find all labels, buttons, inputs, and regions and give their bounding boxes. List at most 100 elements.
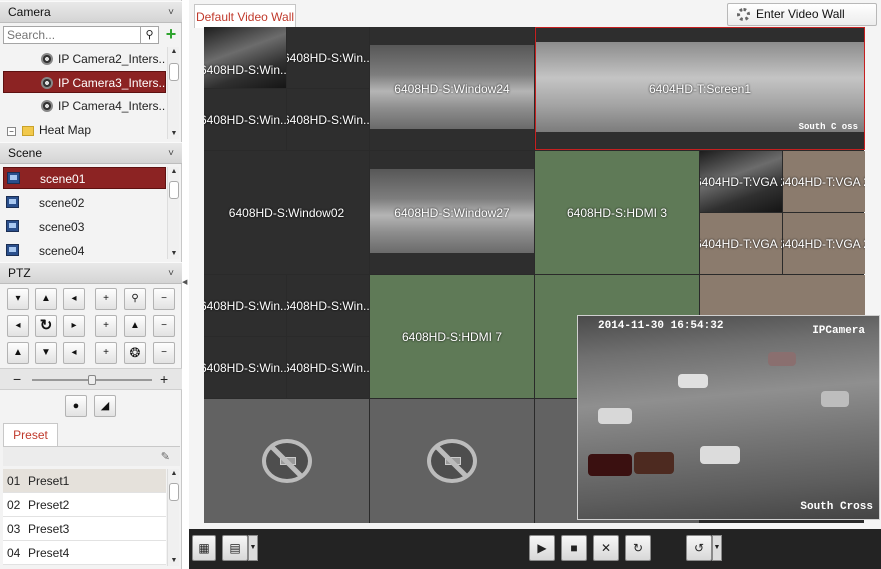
scroll-up-icon[interactable]: ▲ bbox=[168, 47, 180, 57]
scroll-up-icon[interactable]: ▲ bbox=[168, 167, 180, 177]
focus-plus-button[interactable]: + bbox=[95, 315, 117, 337]
cycle-display-button[interactable]: ↺ bbox=[686, 535, 712, 561]
wiper-icon[interactable]: ◢ bbox=[94, 395, 116, 417]
ptz-up-left-button[interactable]: ▾ bbox=[7, 288, 29, 310]
speed-plus-button[interactable]: + bbox=[160, 371, 168, 387]
scroll-down-icon[interactable]: ▼ bbox=[168, 249, 180, 259]
window-label: 6408HD-S:Win... bbox=[287, 112, 369, 127]
camera-section-header[interactable]: Camera ˅ bbox=[0, 1, 182, 23]
play-button[interactable]: ▶ bbox=[529, 535, 555, 561]
wall-window[interactable]: 6404HD-T:VGA 2 bbox=[700, 151, 782, 212]
scene-label: scene04 bbox=[39, 244, 85, 258]
scene-item[interactable]: scene04 bbox=[3, 240, 166, 262]
floating-live-video[interactable]: 2014-11-30 16:54:32 IPCamera South Cross bbox=[577, 315, 880, 520]
zoom-icon[interactable]: ⚲ bbox=[124, 288, 146, 310]
search-icon[interactable]: ⚲ bbox=[140, 27, 158, 43]
scene-section-header[interactable]: Scene ˅ bbox=[0, 142, 182, 164]
wall-window[interactable]: 6408HD-S:Win... bbox=[204, 27, 286, 88]
preset-row-selected[interactable]: 01 Preset1 bbox=[3, 469, 166, 493]
ptz-down-button[interactable]: ▼ bbox=[35, 342, 57, 364]
scene-item[interactable]: scene02 bbox=[3, 192, 166, 214]
wall-window[interactable]: 6408HD-S:Window02 bbox=[204, 151, 369, 274]
tab-preset[interactable]: Preset bbox=[3, 423, 58, 447]
camera-tree-item-selected[interactable]: IP Camera3_Inters... bbox=[3, 71, 166, 93]
scroll-up-icon[interactable]: ▲ bbox=[168, 469, 180, 479]
wall-window[interactable]: 6404HD-T:VGA 2 bbox=[783, 151, 865, 212]
scene-list-scrollbar[interactable]: ▲ ▼ bbox=[167, 167, 179, 259]
chevron-down-icon[interactable]: ˅ bbox=[168, 2, 174, 23]
add-icon[interactable]: + bbox=[162, 25, 180, 44]
wall-window[interactable]: 6408HD-S:Win... bbox=[204, 337, 286, 398]
tab-default-video-wall[interactable]: Default Video Wall bbox=[194, 4, 296, 28]
wall-window[interactable]: 6404HD-T:VGA 2 bbox=[783, 213, 865, 274]
scroll-thumb[interactable] bbox=[169, 181, 179, 199]
wall-window[interactable]: 6408HD-S:Window24 bbox=[370, 27, 534, 150]
wall-window-selected[interactable]: 6404HD-T:Screen1 South C oss bbox=[535, 27, 865, 150]
collapse-panel-arrow-icon[interactable]: ◀ bbox=[182, 278, 188, 290]
scroll-thumb[interactable] bbox=[169, 63, 179, 81]
ptz-section-title: PTZ bbox=[8, 266, 31, 280]
camera-tree-item[interactable]: IP Camera4_Inters... bbox=[3, 95, 166, 117]
scroll-down-icon[interactable]: ▼ bbox=[168, 556, 180, 566]
iris-minus-button[interactable]: − bbox=[153, 342, 175, 364]
stop-button[interactable]: ■ bbox=[561, 535, 587, 561]
wall-window[interactable]: 6408HD-S:Window27 bbox=[370, 151, 534, 274]
preset-row[interactable]: 04 Preset4 bbox=[3, 541, 166, 565]
scene-item-selected[interactable]: scene01 bbox=[3, 167, 166, 189]
wall-window[interactable]: 6408HD-S:HDMI 7 bbox=[370, 275, 534, 398]
refresh-button[interactable]: ↻ bbox=[625, 535, 651, 561]
heat-map-tree-item[interactable]: − Heat Map bbox=[3, 119, 166, 141]
preset-list-scrollbar[interactable]: ▲ ▼ bbox=[167, 469, 179, 566]
zoom-out-button[interactable]: − bbox=[153, 288, 175, 310]
enter-video-wall-config-button[interactable]: Enter Video Wall Config bbox=[727, 3, 877, 42]
focus-icon[interactable]: ▲ bbox=[124, 315, 146, 337]
preset-edit-icon[interactable]: ✎ bbox=[161, 450, 170, 463]
wall-window[interactable]: 6408HD-S:Win... bbox=[287, 275, 369, 336]
preset-label: Preset1 bbox=[28, 474, 70, 488]
scene-label: scene01 bbox=[40, 172, 86, 186]
wall-window[interactable]: 6408HD-S:Win... bbox=[287, 337, 369, 398]
collapse-icon[interactable]: − bbox=[7, 127, 16, 136]
scroll-down-icon[interactable]: ▼ bbox=[168, 129, 180, 139]
iris-icon[interactable]: ❂ bbox=[124, 342, 146, 364]
scroll-thumb[interactable] bbox=[169, 483, 179, 501]
ptz-down-left-button[interactable]: ▲ bbox=[7, 342, 29, 364]
car-shape bbox=[821, 391, 849, 407]
chevron-down-icon[interactable]: ˅ bbox=[168, 263, 174, 284]
wall-window[interactable]: 6408HD-S:Win... bbox=[204, 89, 286, 150]
ptz-up-button[interactable]: ▲ bbox=[35, 288, 57, 310]
search-input[interactable] bbox=[4, 27, 140, 43]
preset-row[interactable]: 02 Preset2 bbox=[3, 493, 166, 517]
ptz-section-header[interactable]: PTZ ˅ bbox=[0, 262, 182, 284]
ptz-up-right-button[interactable]: ◂ bbox=[63, 288, 85, 310]
light-icon[interactable]: ● bbox=[65, 395, 87, 417]
speed-minus-button[interactable]: − bbox=[13, 371, 21, 387]
camera-tree-item[interactable]: IP Camera2_Inters... bbox=[3, 48, 166, 70]
scene-item[interactable]: scene03 bbox=[3, 216, 166, 238]
wall-window[interactable]: 6408HD-S:Win... bbox=[287, 27, 369, 88]
speed-slider-handle[interactable] bbox=[88, 375, 96, 385]
wall-window[interactable]: 6408HD-S:HDMI 3 bbox=[535, 151, 699, 274]
wall-window-no-signal[interactable] bbox=[370, 399, 534, 523]
wall-window[interactable]: 6408HD-S:Win... bbox=[287, 89, 369, 150]
window-division-button[interactable]: ▦ bbox=[192, 535, 216, 561]
wall-window-no-signal[interactable] bbox=[204, 399, 369, 523]
window-label: 6404HD-T:VGA 2 bbox=[783, 174, 865, 189]
chevron-down-icon[interactable]: ˅ bbox=[168, 143, 174, 164]
cycle-dropdown-icon[interactable]: ▼ bbox=[712, 535, 722, 561]
wall-window[interactable]: 6408HD-S:Win... bbox=[204, 275, 286, 336]
wall-window[interactable]: 6404HD-T:VGA 2 bbox=[700, 213, 782, 274]
layout-dropdown-icon[interactable]: ▼ bbox=[248, 535, 258, 561]
window-label: 6408HD-S:Win... bbox=[287, 50, 369, 65]
ptz-auto-scan-button[interactable]: ↻ bbox=[35, 315, 57, 337]
focus-minus-button[interactable]: − bbox=[153, 315, 175, 337]
preset-row[interactable]: 03 Preset3 bbox=[3, 517, 166, 541]
ptz-down-right-button[interactable]: ◂ bbox=[63, 342, 85, 364]
zoom-in-button[interactable]: + bbox=[95, 288, 117, 310]
ptz-left-button[interactable]: ◂ bbox=[7, 315, 29, 337]
iris-plus-button[interactable]: + bbox=[95, 342, 117, 364]
ptz-right-button[interactable]: ▸ bbox=[63, 315, 85, 337]
scene-layout-button[interactable]: ▤ bbox=[222, 535, 248, 561]
clear-wall-button[interactable]: ✕ bbox=[593, 535, 619, 561]
camera-tree-scrollbar[interactable]: ▲ ▼ bbox=[167, 47, 179, 139]
